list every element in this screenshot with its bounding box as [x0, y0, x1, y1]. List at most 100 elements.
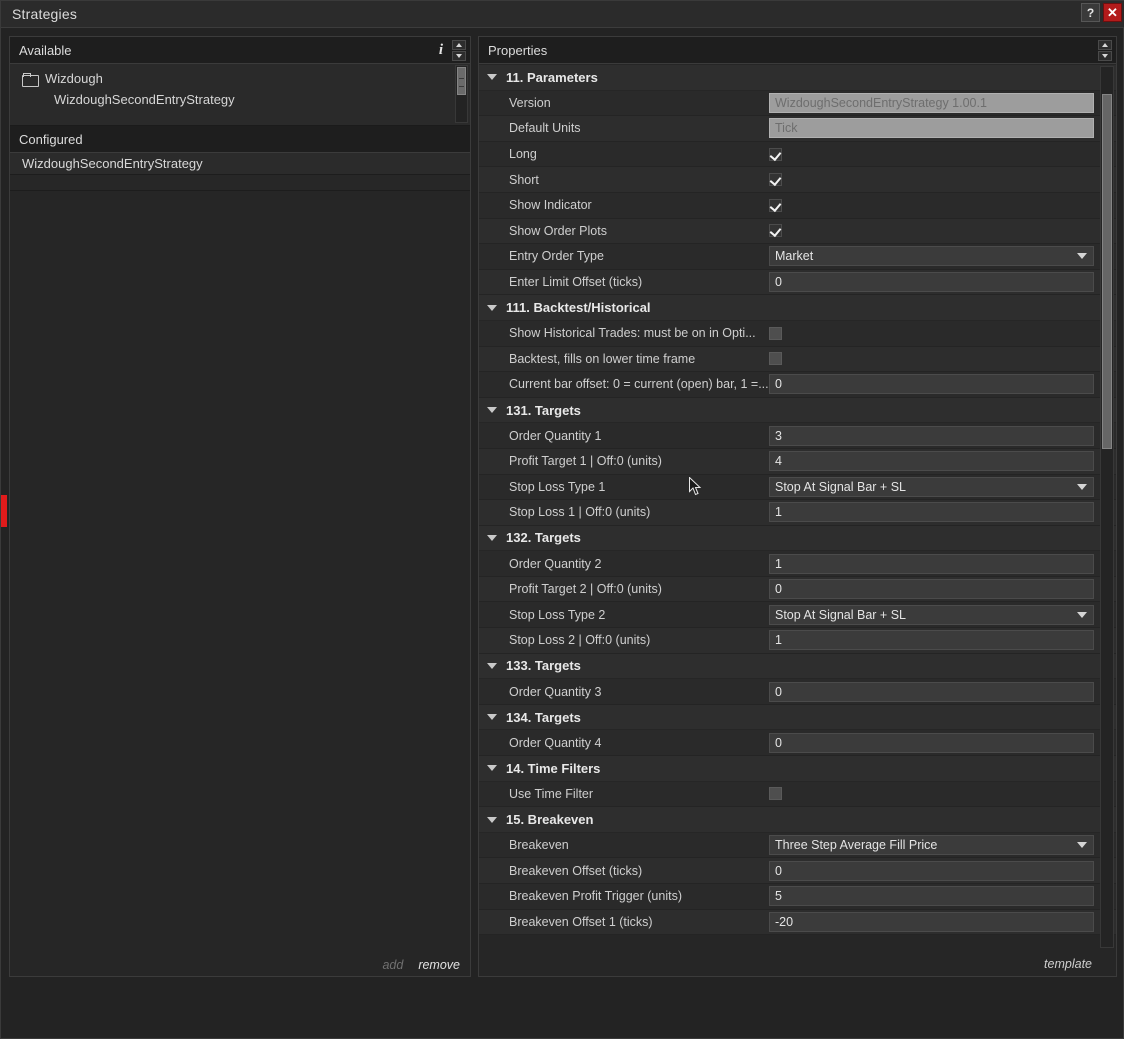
checkbox-checked[interactable] [769, 173, 782, 187]
property-control: Three Step Average Fill Price [769, 835, 1116, 856]
chevron-down-icon[interactable] [487, 714, 497, 721]
window-controls: ? ✕ [1081, 3, 1122, 22]
checkbox-unchecked[interactable] [769, 787, 782, 801]
value-input[interactable]: -20 [769, 911, 1094, 932]
list-item[interactable]: WizdoughSecondEntryStrategy [10, 153, 470, 175]
value-input[interactable]: 0 [769, 579, 1094, 600]
checkbox-checked[interactable] [769, 224, 782, 238]
available-scroll-thumb[interactable] [457, 67, 466, 95]
checkbox-checked[interactable] [769, 147, 782, 161]
chevron-down-icon[interactable] [487, 304, 497, 311]
scroll-down-icon[interactable] [1098, 51, 1112, 61]
property-control: -20 [769, 911, 1116, 932]
value-input[interactable]: 1 [769, 502, 1094, 523]
configured-header: Configured [10, 126, 470, 153]
info-icon[interactable]: i [439, 42, 443, 59]
property-control: 1 [769, 630, 1116, 651]
chevron-down-icon[interactable] [487, 74, 497, 81]
value-input[interactable]: 0 [769, 374, 1094, 395]
readonly-value-field: Tick [769, 118, 1094, 139]
tree-folder-label: Wizdough [45, 71, 103, 86]
scroll-up-icon[interactable] [1098, 40, 1112, 50]
property-row: Breakeven Three Step Average Fill Price [479, 832, 1116, 859]
property-row: Order Quantity 3 0 [479, 679, 1116, 705]
chevron-down-icon[interactable] [1077, 483, 1087, 490]
property-group-label: 15. Breakeven [506, 812, 594, 828]
chevron-down-icon[interactable] [487, 765, 497, 772]
properties-header: Properties [479, 37, 1116, 64]
value-input[interactable]: 4 [769, 451, 1094, 472]
dropdown-select[interactable]: Stop At Signal Bar + SL [769, 604, 1094, 625]
chevron-down-icon[interactable] [487, 816, 497, 823]
property-control: 0 [769, 579, 1116, 600]
property-group-header[interactable]: 132. Targets [479, 525, 1116, 552]
property-row: Show Historical Trades: must be on in Op… [479, 320, 1116, 347]
property-control: 1 [769, 502, 1116, 523]
property-control: 1 [769, 553, 1116, 574]
dialog-footer: OK Cancel Apply [1, 978, 1124, 1038]
value-input[interactable]: 3 [769, 425, 1094, 446]
property-control: 0 [769, 374, 1116, 395]
value-input[interactable]: 0 [769, 272, 1094, 293]
value-input[interactable]: 1 [769, 630, 1094, 651]
close-button[interactable]: ✕ [1103, 3, 1122, 22]
available-spinner[interactable] [452, 40, 466, 61]
value-input[interactable]: 5 [769, 886, 1094, 907]
property-control: Stop At Signal Bar + SL [769, 604, 1116, 625]
property-group-header[interactable]: 131. Targets [479, 397, 1116, 424]
dropdown-select[interactable]: Market [769, 246, 1094, 267]
help-button[interactable]: ? [1081, 3, 1100, 22]
value-input[interactable]: 0 [769, 860, 1094, 881]
property-control: Tick [769, 118, 1116, 139]
property-label: Breakeven Offset (ticks) [509, 863, 643, 878]
properties-scroll-thumb[interactable] [1102, 94, 1112, 449]
property-control: 0 [769, 681, 1116, 702]
scroll-down-icon[interactable] [452, 51, 466, 61]
property-control: 4 [769, 451, 1116, 472]
properties-spinner[interactable] [1098, 40, 1112, 61]
property-control: Market [769, 246, 1116, 267]
property-group-label: 14. Time Filters [506, 760, 601, 776]
property-control: Stop At Signal Bar + SL [769, 476, 1116, 497]
property-control [769, 147, 1116, 161]
property-group-header[interactable]: 111. Backtest/Historical [479, 295, 1116, 321]
checkbox-unchecked[interactable] [769, 352, 782, 366]
checkbox-unchecked[interactable] [769, 326, 782, 340]
properties-scrollbar[interactable] [1100, 66, 1114, 948]
chevron-down-icon[interactable] [487, 534, 497, 541]
property-control [769, 198, 1116, 212]
chevron-down-icon[interactable] [1077, 842, 1087, 849]
tree-item-strategy[interactable]: WizdoughSecondEntryStrategy [54, 89, 235, 110]
property-row: Default Units Tick [479, 116, 1116, 142]
dropdown-select[interactable]: Stop At Signal Bar + SL [769, 476, 1094, 497]
configured-list: WizdoughSecondEntryStrategy [10, 153, 470, 191]
property-group-header[interactable]: 133. Targets [479, 653, 1116, 680]
property-group-header[interactable]: 134. Targets [479, 704, 1116, 731]
remove-button[interactable]: remove [418, 958, 460, 972]
properties-rows: 11. Parameters Version WizdoughSecondEntry… [479, 65, 1116, 936]
available-scrollbar[interactable] [455, 65, 468, 123]
property-label: Entry Order Type [509, 249, 604, 264]
chevron-down-icon[interactable] [1077, 253, 1087, 260]
value-input[interactable]: 0 [769, 681, 1094, 702]
chevron-down-icon[interactable] [487, 407, 497, 414]
chevron-down-icon[interactable] [1077, 611, 1087, 618]
property-label: Current bar offset: 0 = current (open) b… [509, 377, 769, 392]
scroll-up-icon[interactable] [452, 40, 466, 50]
chevron-down-icon[interactable] [487, 662, 497, 669]
property-group-header[interactable]: 14. Time Filters [479, 756, 1116, 782]
property-group-label: 133. Targets [506, 658, 581, 674]
tree-folder-wizdough[interactable]: Wizdough [22, 68, 103, 89]
property-row: Current bar offset: 0 = current (open) b… [479, 372, 1116, 398]
property-row: Show Order Plots [479, 218, 1116, 245]
property-group-header[interactable]: 11. Parameters [479, 65, 1116, 91]
property-label: Stop Loss 1 | Off:0 (units) [509, 505, 651, 520]
value-input[interactable]: 1 [769, 553, 1094, 574]
checkbox-checked[interactable] [769, 198, 782, 212]
property-group-header[interactable]: 15. Breakeven [479, 807, 1116, 833]
dropdown-select[interactable]: Three Step Average Fill Price [769, 835, 1094, 856]
template-link[interactable]: template [1044, 957, 1092, 971]
add-button[interactable]: add [382, 958, 403, 972]
property-group-label: 131. Targets [506, 402, 581, 418]
value-input[interactable]: 0 [769, 732, 1094, 753]
